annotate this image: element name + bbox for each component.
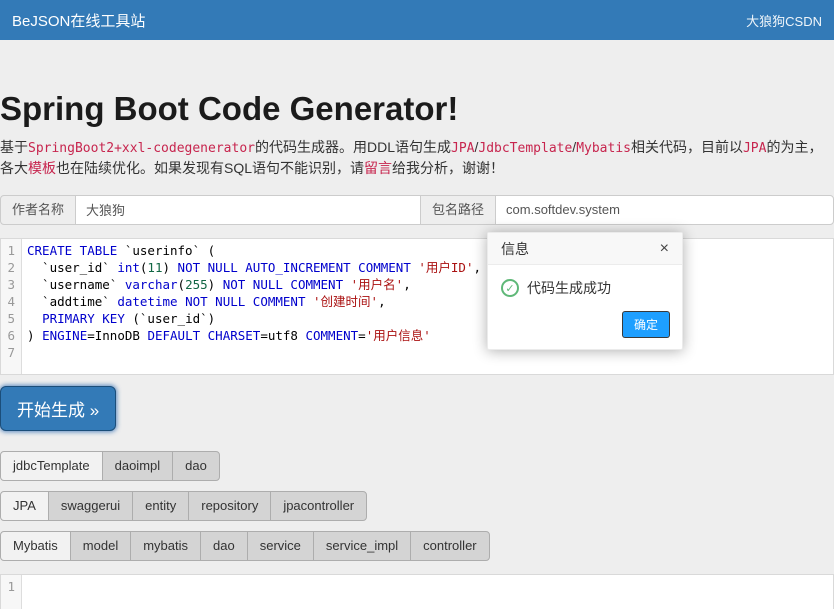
- dialog-title: 信息: [501, 239, 529, 259]
- template-group: Mybatismodelmybatisdaoserviceservice_imp…: [0, 531, 834, 561]
- template-button-mybatis[interactable]: Mybatis: [0, 531, 71, 561]
- dialog-message: 代码生成成功: [527, 278, 611, 298]
- description-text: 给我分析，谢谢！: [392, 160, 504, 176]
- package-input[interactable]: [495, 195, 834, 225]
- template-button-repository[interactable]: repository: [188, 491, 271, 521]
- template-groups: jdbcTemplatedaoimpldaoJPAswaggeruientity…: [0, 451, 834, 561]
- editor-line: 2 `user_id` int(11) NOT NULL AUTO_INCREM…: [1, 259, 833, 276]
- description-text: JPA: [743, 141, 766, 156]
- editor-line: 1 CREATE TABLE `userinfo` (: [1, 242, 833, 259]
- author-label: 作者名称: [0, 195, 76, 225]
- code-text: PRIMARY KEY (`user_id`): [27, 311, 215, 326]
- template-button-controller[interactable]: controller: [410, 531, 489, 561]
- line-number: 1: [1, 242, 15, 259]
- template-button-entity[interactable]: entity: [132, 491, 189, 521]
- template-button-service_impl[interactable]: service_impl: [313, 531, 411, 561]
- template-group: JPAswaggeruientityrepositoryjpacontrolle…: [0, 491, 834, 521]
- generate-button[interactable]: 开始生成 »: [0, 386, 116, 431]
- output-editor[interactable]: 1: [0, 574, 834, 609]
- description-text: Mybatis: [576, 141, 631, 156]
- main-content: Spring Boot Code Generator! 基于SpringBoot…: [0, 92, 834, 609]
- line-number: 4: [1, 293, 15, 310]
- code-text: `username` varchar(255) NOT NULL COMMENT…: [27, 277, 411, 292]
- template-button-mybatis[interactable]: mybatis: [130, 531, 201, 561]
- editor-line: 3 `username` varchar(255) NOT NULL COMME…: [1, 276, 833, 293]
- line-number: 7: [1, 344, 15, 361]
- editor-line: 7: [1, 344, 833, 361]
- template-button-jpa[interactable]: JPA: [0, 491, 49, 521]
- line-number: 1: [1, 578, 15, 595]
- success-check-icon: ✓: [501, 279, 519, 297]
- template-button-jpacontroller[interactable]: jpacontroller: [270, 491, 367, 521]
- description: 基于SpringBoot2+xxl-codegenerator的代码生成器。用D…: [0, 137, 834, 179]
- editor-line: 6 ) ENGINE=InnoDB DEFAULT CHARSET=utf8 CO…: [1, 327, 833, 344]
- template-button-dao[interactable]: dao: [200, 531, 248, 561]
- ok-button[interactable]: 确定: [623, 312, 669, 337]
- line-number: 6: [1, 327, 15, 344]
- description-text: JPA: [451, 141, 474, 156]
- editor-line: 4 `addtime` datetime NOT NULL COMMENT '创…: [1, 293, 833, 310]
- editor-line: 5 PRIMARY KEY (`user_id`): [1, 310, 833, 327]
- line-number: 2: [1, 259, 15, 276]
- description-text: 相关代码，目前以: [631, 139, 743, 155]
- template-button-model[interactable]: model: [70, 531, 131, 561]
- config-form: 作者名称 包名路径: [0, 195, 834, 225]
- code-text: `addtime` datetime NOT NULL COMMENT '创建时…: [27, 294, 386, 309]
- dialog-header: 信息 ×: [488, 233, 682, 265]
- template-button-dao[interactable]: dao: [172, 451, 220, 481]
- template-button-service[interactable]: service: [247, 531, 314, 561]
- dialog-footer: 确定: [488, 304, 682, 349]
- description-text: JdbcTemplate: [478, 141, 572, 156]
- brand-link[interactable]: BeJSON在线工具站: [12, 10, 145, 31]
- template-button-jdbctemplate[interactable]: jdbcTemplate: [0, 451, 103, 481]
- dialog-body: ✓ 代码生成成功: [488, 265, 682, 304]
- description-text: 的代码生成器。用DDL语句生成: [255, 139, 451, 155]
- inline-link[interactable]: 留言: [364, 160, 392, 176]
- close-icon[interactable]: ×: [660, 241, 669, 257]
- inline-link[interactable]: 模板: [28, 160, 56, 176]
- editor-line: 1: [1, 578, 833, 595]
- description-text: 也在陆续优化。如果发现有SQL语句不能识别，请: [56, 160, 364, 176]
- code-text: `user_id` int(11) NOT NULL AUTO_INCREMEN…: [27, 260, 481, 275]
- description-text: SpringBoot2+xxl-codegenerator: [28, 141, 255, 156]
- line-number: 3: [1, 276, 15, 293]
- author-input[interactable]: [75, 195, 421, 225]
- code-text: CREATE TABLE `userinfo` (: [27, 243, 215, 258]
- template-group: jdbcTemplatedaoimpldao: [0, 451, 834, 481]
- sql-editor[interactable]: 1CREATE TABLE `userinfo` (2 `user_id` in…: [0, 238, 834, 375]
- navbar: BeJSON在线工具站 大狼狗CSDN: [0, 0, 834, 40]
- package-label: 包名路径: [420, 195, 496, 225]
- code-text: ) ENGINE=InnoDB DEFAULT CHARSET=utf8 COM…: [27, 328, 431, 343]
- line-number: 5: [1, 310, 15, 327]
- template-button-daoimpl[interactable]: daoimpl: [102, 451, 174, 481]
- description-text: 基于: [0, 139, 28, 155]
- navbar-right-link[interactable]: 大狼狗CSDN: [746, 11, 822, 30]
- page-title: Spring Boot Code Generator!: [0, 92, 834, 127]
- message-dialog: 信息 × ✓ 代码生成成功 确定: [487, 232, 683, 350]
- template-button-swaggerui[interactable]: swaggerui: [48, 491, 133, 521]
